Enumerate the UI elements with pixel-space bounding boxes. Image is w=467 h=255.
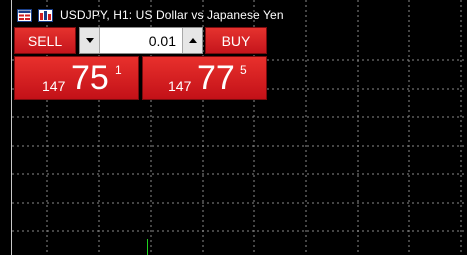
lot-size-stepper[interactable] (79, 27, 203, 54)
increase-lot-button[interactable] (182, 28, 202, 53)
chart-settings-icon[interactable] (38, 8, 53, 22)
buy-button[interactable]: BUY (205, 27, 267, 54)
buy-price-prefix: 147 (168, 78, 192, 94)
sell-price-point: 1 (115, 63, 122, 77)
trade-panel-icon[interactable] (17, 8, 32, 22)
sell-button[interactable]: SELL (14, 27, 76, 54)
chevron-up-icon (188, 38, 197, 43)
buy-price-button[interactable]: 147 77 5 (142, 56, 267, 100)
sell-label: SELL (27, 32, 63, 49)
lot-size-input[interactable] (100, 28, 180, 53)
sell-price-prefix: 147 (42, 78, 66, 94)
one-click-trading-panel: SELL BUY 147 75 1 147 77 5 (12, 27, 267, 100)
decrease-lot-button[interactable] (80, 28, 100, 53)
chart-area[interactable]: USDJPY, H1: US Dollar vs Japanese Yen SE… (0, 0, 467, 255)
chevron-down-icon (85, 38, 94, 43)
buy-label: BUY (221, 32, 251, 49)
price-candle (147, 239, 148, 255)
symbol-title: USDJPY, H1: US Dollar vs Japanese Yen (60, 8, 284, 22)
buy-price-point: 5 (240, 63, 247, 77)
sell-price-button[interactable]: 147 75 1 (14, 56, 139, 100)
sell-price-main: 75 (71, 59, 109, 97)
buy-price-main: 77 (197, 59, 235, 97)
chart-header: USDJPY, H1: US Dollar vs Japanese Yen (17, 6, 284, 24)
